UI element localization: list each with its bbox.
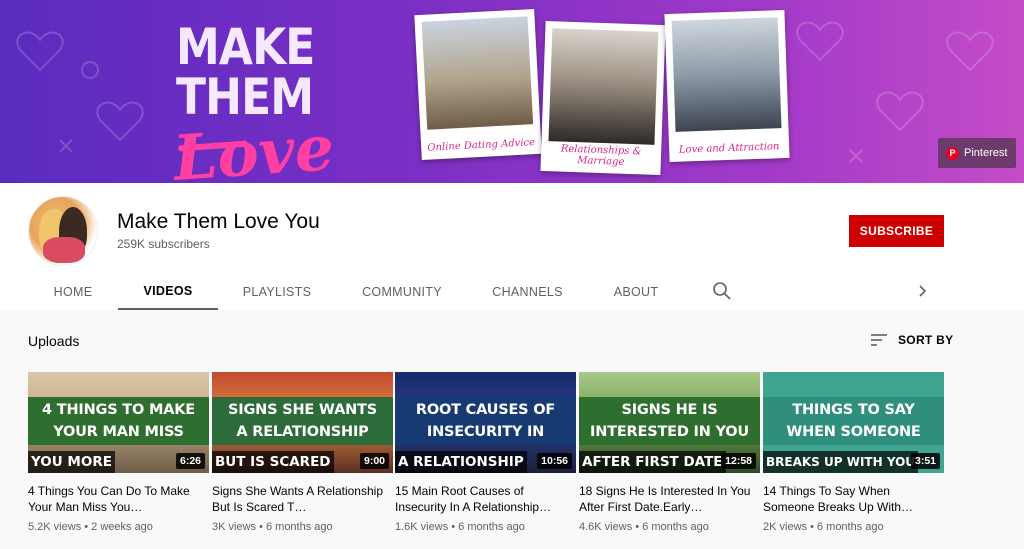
thumbnail-text: A RELATIONSHIP (395, 451, 527, 473)
video-duration: 12:58 (721, 453, 756, 469)
video-meta: 1.6K views • 6 months ago (395, 521, 525, 533)
channel-avatar[interactable] (28, 196, 98, 266)
couple-photo (671, 17, 782, 132)
sort-by-button[interactable]: SORT BY (870, 333, 953, 347)
video-title[interactable]: 14 Things To Say When Someone Breaks Up … (763, 483, 944, 515)
video-meta: 3K views • 6 months ago (212, 521, 333, 533)
banner-logo: MAKE THEM Love You (171, 18, 436, 183)
thumbnail-text: BUT IS SCARED (212, 451, 334, 473)
thumbnail-text: ROOT CAUSES OF (415, 402, 556, 418)
video-meta: 2K views • 6 months ago (763, 521, 884, 533)
channel-tabs: HOME VIDEOS PLAYLISTS COMMUNITY CHANNELS… (0, 273, 1024, 310)
couple-photo (421, 16, 534, 130)
video-title[interactable]: Signs She Wants A Relationship But Is Sc… (212, 483, 393, 515)
thumbnail-text: AFTER FIRST DATE (579, 451, 726, 473)
video-thumbnail[interactable]: THINGS TO SAY WHEN SOMEONE BREAKS UP WIT… (763, 372, 944, 473)
thumbnail-text: A RELATIONSHIP (236, 424, 369, 440)
search-icon[interactable] (712, 281, 732, 301)
pinterest-link[interactable]: P Pinterest (938, 138, 1016, 168)
thumbnail-text: INSECURITY IN (426, 424, 545, 440)
thumbnail-text: SIGNS HE IS (621, 402, 718, 418)
video-thumbnail[interactable]: SIGNS HE IS INTERESTED IN YOU AFTER FIRS… (579, 372, 760, 473)
tab-about[interactable]: ABOUT (602, 273, 670, 310)
video-card[interactable]: SIGNS SHE WANTS A RELATIONSHIP BUT IS SC… (212, 372, 393, 533)
video-thumbnail[interactable]: ROOT CAUSES OF INSECURITY IN A RELATIONS… (395, 372, 576, 473)
video-meta: 4.6K views • 6 months ago (579, 521, 709, 533)
tab-videos[interactable]: VIDEOS (118, 273, 218, 310)
subscribe-button[interactable]: SUBSCRIBE (849, 215, 944, 247)
chevron-right-icon[interactable] (912, 281, 932, 301)
video-duration: 9:00 (359, 453, 389, 469)
thumbnail-text: THINGS TO SAY (792, 402, 915, 418)
subscriber-count: 259K subscribers (117, 237, 210, 251)
tab-channels[interactable]: CHANNELS (480, 273, 575, 310)
tab-community[interactable]: COMMUNITY (352, 273, 452, 310)
channel-name: Make Them Love You (117, 210, 320, 233)
polaroid-caption: Relationships & Marriage (560, 143, 642, 168)
thumbnail-text: INTERESTED IN YOU (590, 424, 749, 440)
video-title[interactable]: 15 Main Root Causes of Insecurity In A R… (395, 483, 576, 515)
tab-playlists[interactable]: PLAYLISTS (228, 273, 326, 310)
channel-banner: MAKE THEM Love You Online Dating Advice … (0, 0, 1024, 183)
banner-title-line1: MAKE THEM (176, 18, 315, 126)
video-title[interactable]: 4 Things You Can Do To Make Your Man Mis… (28, 483, 209, 515)
uploads-heading[interactable]: Uploads (28, 333, 79, 349)
thumbnail-text: BREAKS UP WITH YOU (763, 451, 919, 473)
video-card[interactable]: SIGNS HE IS INTERESTED IN YOU AFTER FIRS… (579, 372, 760, 533)
thumbnail-text: WHEN SOMEONE (786, 424, 921, 440)
channel-page: MAKE THEM Love You Online Dating Advice … (0, 0, 1024, 549)
avatar-heart (43, 237, 85, 263)
tab-home[interactable]: HOME (28, 273, 118, 310)
thumbnail-text: YOU MORE (28, 451, 115, 473)
sort-by-label: SORT BY (898, 333, 954, 347)
polaroid-relationships: Relationships & Marriage (540, 20, 666, 176)
video-thumbnail[interactable]: 4 THINGS TO MAKE YOUR MAN MISS YOU MORE … (28, 372, 209, 473)
video-duration: 6:26 (175, 453, 205, 469)
video-duration: 10:56 (537, 453, 572, 469)
polaroid-love-attraction: Love and Attraction (664, 9, 790, 163)
video-card[interactable]: 4 THINGS TO MAKE YOUR MAN MISS YOU MORE … (28, 372, 209, 533)
polaroid-caption: Love and Attraction (678, 141, 780, 156)
video-title[interactable]: 18 Signs He Is Interested In You After F… (579, 483, 760, 515)
video-meta: 5.2K views • 2 weeks ago (28, 521, 153, 533)
thumbnail-text: YOUR MAN MISS (53, 424, 184, 440)
sort-icon (871, 334, 887, 346)
pinterest-icon: P (946, 146, 959, 160)
thumbnail-text: 4 THINGS TO MAKE (42, 402, 195, 418)
video-card[interactable]: THINGS TO SAY WHEN SOMEONE BREAKS UP WIT… (763, 372, 944, 533)
video-thumbnail[interactable]: SIGNS SHE WANTS A RELATIONSHIP BUT IS SC… (212, 372, 393, 473)
thumbnail-text: SIGNS SHE WANTS (228, 402, 377, 418)
video-duration: 3:51 (910, 453, 940, 469)
pinterest-label: Pinterest (964, 147, 1008, 159)
polaroid-online-dating: Online Dating Advice (414, 8, 542, 161)
video-card[interactable]: ROOT CAUSES OF INSECURITY IN A RELATIONS… (395, 372, 576, 533)
channel-header: Make Them Love You 259K subscribers SUBS… (0, 183, 1024, 310)
wedding-photo (548, 28, 659, 145)
polaroid-caption: Online Dating Advice (427, 137, 536, 154)
